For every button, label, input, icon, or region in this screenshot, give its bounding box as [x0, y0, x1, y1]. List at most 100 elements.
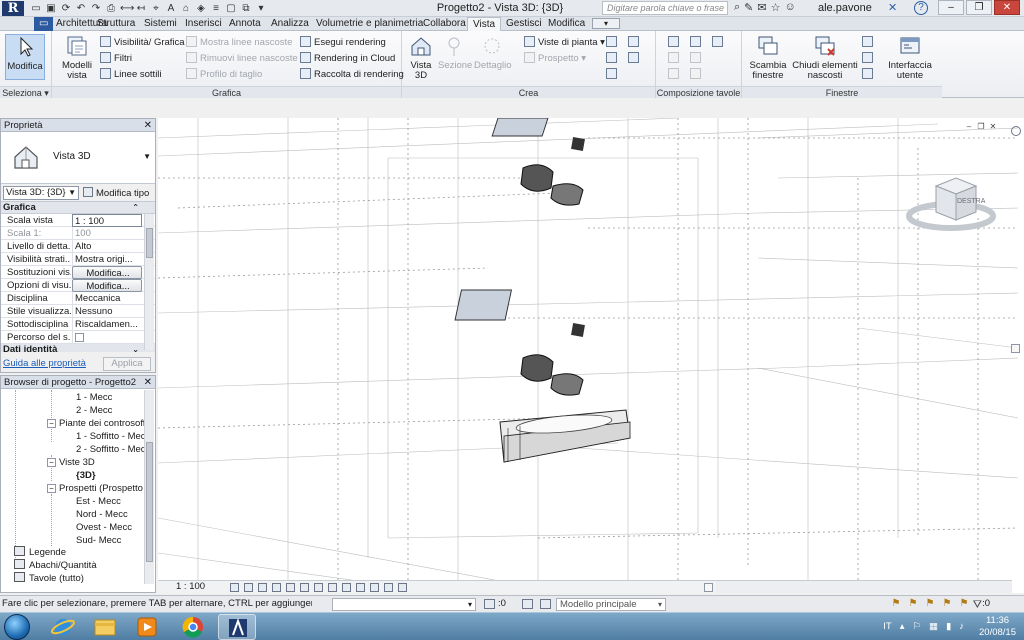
collapse-node-icon[interactable]: − [47, 458, 56, 467]
mostra-linee-nascoste-button[interactable]: Mostra linee nascoste [186, 35, 292, 50]
linee-sottili-button[interactable]: Linee sottili [100, 67, 162, 82]
list-item[interactable]: Ovest - Mecc [76, 521, 132, 534]
tab-gestisci[interactable]: Gestisci [506, 17, 542, 31]
apply-button[interactable]: Applica [103, 357, 151, 371]
tab-analizza[interactable]: Analizza [271, 17, 309, 31]
list-item[interactable]: 2 - Mecc [76, 404, 112, 417]
scambia-finestre-button[interactable]: Scambia finestre [748, 34, 788, 81]
crop-view-icon[interactable] [300, 583, 309, 592]
design-options-icon[interactable] [522, 599, 533, 609]
replicate-button[interactable] [862, 35, 876, 50]
tab-sistemi[interactable]: Sistemi [144, 17, 177, 31]
tray-expand-icon[interactable]: ▴ [900, 621, 905, 632]
list-item[interactable]: Est - Mecc [76, 495, 121, 508]
rendering-cloud-button[interactable]: Rendering in Cloud [300, 51, 395, 66]
list-item[interactable]: Tavole (tutto) [14, 572, 84, 585]
viewcube-face-label[interactable]: DESTRA [957, 198, 985, 205]
binoculars-icon[interactable]: ⌕ [734, 1, 740, 14]
temp-hide-icon[interactable] [342, 583, 351, 592]
list-item[interactable]: − Viste 3D [47, 456, 95, 469]
visual-style-icon[interactable] [244, 583, 253, 592]
list-item[interactable]: 1 - Mecc [76, 391, 112, 404]
matchline-button[interactable] [668, 67, 682, 82]
list-item-selected[interactable]: {3D} [76, 469, 96, 482]
view-reference-button[interactable] [690, 67, 704, 82]
sheet-button[interactable] [668, 35, 682, 50]
close-properties-icon[interactable]: ✕ [144, 119, 152, 132]
redo-icon[interactable]: ↷ [90, 3, 102, 15]
taskbar-revit[interactable] [218, 614, 256, 640]
tile-button[interactable] [862, 67, 876, 82]
sostituzioni-modifica-button[interactable]: Modifica... [72, 266, 142, 279]
chiudi-nascosti-button[interactable]: Chiudi elementi nascosti [790, 34, 860, 81]
viewport-minimize-icon[interactable]: – [964, 122, 974, 131]
esegui-rendering-button[interactable]: Esegui rendering [300, 35, 386, 50]
select-by-face-icon[interactable]: ⚑ [941, 598, 953, 609]
battery-icon[interactable]: ▮ [946, 621, 951, 632]
collapse-node-icon[interactable]: − [47, 419, 56, 428]
filter-icon[interactable]: ⛛ [973, 597, 982, 613]
taskbar-ie[interactable] [44, 614, 82, 640]
workset-combo[interactable]: ▾ [332, 598, 476, 611]
profilo-taglio-button[interactable]: Profilo di taglio [186, 67, 262, 82]
favorites-icon[interactable]: ☆ [771, 1, 781, 14]
viewcube[interactable]: DESTRA [906, 164, 996, 238]
language-indicator[interactable]: IT [883, 621, 891, 632]
revisions-button[interactable] [668, 51, 682, 66]
prop-value[interactable]: Meccanica [72, 292, 142, 305]
start-button[interactable] [4, 614, 30, 640]
action-center-icon[interactable]: ⚐ [913, 621, 922, 632]
view-instance-dropdown[interactable]: Vista 3D: {3D} ▼ [3, 186, 79, 200]
qat-dropdown-icon[interactable]: ▾ [255, 3, 267, 15]
raccolta-rendering-button[interactable]: Raccolta di rendering [300, 67, 404, 82]
highlight-displacement-icon[interactable] [398, 583, 407, 592]
tab-collabora[interactable]: Collabora [423, 17, 466, 31]
prospetto-button[interactable]: Prospetto ▾ [524, 51, 586, 66]
modelli-vista-button[interactable]: Modelli vista [56, 34, 98, 81]
tab-inserisci[interactable]: Inserisci [185, 17, 222, 31]
duplicate-view-button[interactable] [606, 67, 620, 82]
list-item[interactable]: Sud- Mecc [76, 534, 121, 547]
prop-value[interactable]: Alto [72, 240, 142, 253]
reveal-hidden-icon[interactable] [356, 583, 365, 592]
design-option-dropdown[interactable]: Modello principale ▾ [556, 598, 666, 611]
shadows-icon[interactable] [272, 583, 281, 592]
list-item[interactable]: Abachi/Quantità [14, 559, 97, 572]
select-pinned-icon[interactable]: ⚑ [924, 598, 936, 609]
opzioni-modifica-button[interactable]: Modifica... [72, 279, 142, 292]
subscription-icon[interactable]: ✎ [744, 1, 753, 14]
user-name[interactable]: ale.pavone [818, 2, 872, 14]
dimension-icon[interactable]: ↤ [135, 3, 147, 15]
visibilita-grafica-button[interactable]: Visibilità/ Grafica [100, 35, 185, 50]
expand-icon[interactable]: ⌄ [132, 344, 139, 352]
sun-path-icon[interactable] [258, 583, 267, 592]
switch-windows-icon[interactable]: ⧉ [240, 3, 252, 15]
list-item[interactable]: Nord - Mecc [76, 508, 128, 521]
communication-icon[interactable]: ✉ [757, 1, 766, 14]
3d-view-icon[interactable]: ⌂ [180, 3, 192, 15]
panel-title-seleziona[interactable]: Seleziona ▾ [0, 86, 51, 98]
list-item[interactable]: 2 - Soffitto - Mec [76, 443, 146, 456]
type-selector[interactable]: Vista 3D ▼ [1, 132, 155, 184]
prop-value[interactable]: Riscaldamen... [72, 318, 142, 331]
thin-lines-icon[interactable]: ≡ [210, 3, 222, 15]
user-icon[interactable]: ☺ [784, 1, 795, 14]
view-scale[interactable]: 1 : 100 [176, 581, 205, 593]
browser-scrollbar[interactable] [144, 390, 154, 584]
scala-vista-field[interactable]: 1 : 100 [72, 214, 142, 227]
vista-3d-button[interactable]: Vista 3D [406, 34, 436, 81]
ribbon-minimize-icon[interactable]: ▾ [592, 18, 620, 29]
3d-viewport[interactable]: DESTRA – ❐ ✕ [158, 118, 1024, 593]
tab-volumetrie[interactable]: Volumetrie e planimetria [316, 17, 423, 31]
drag-elements-icon[interactable]: ⚑ [958, 598, 970, 609]
type-dropdown-icon[interactable]: ▼ [143, 152, 151, 161]
interfaccia-utente-button[interactable]: Interfaccia utente [886, 34, 934, 81]
main-model-icon[interactable] [540, 599, 551, 609]
render-dialog-icon[interactable] [286, 583, 295, 592]
tab-vista[interactable]: Vista [467, 17, 502, 32]
network-icon[interactable]: ▦ [929, 621, 938, 632]
sync-icon[interactable]: ⟳ [60, 3, 72, 15]
tag-icon[interactable]: ⌖ [150, 3, 162, 15]
place-view-button[interactable] [712, 35, 726, 50]
revit-app-button[interactable]: R [2, 1, 24, 16]
